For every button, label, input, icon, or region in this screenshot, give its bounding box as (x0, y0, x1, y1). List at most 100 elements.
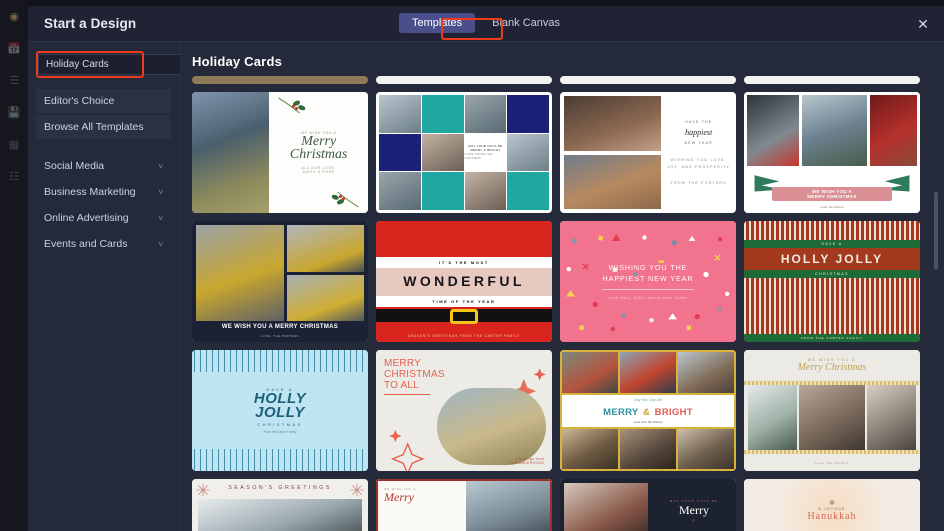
template-card-happiest-new-year[interactable]: HAVE THE happiest NEW YEAR WISHING YOU L… (560, 92, 736, 213)
tree-icon (421, 95, 464, 133)
template-card-teal-photo-grid[interactable]: MAY YOUR DAYS BE MERRY & BRIGHT LOVE FRO… (376, 92, 552, 213)
close-icon[interactable]: ✕ (914, 15, 932, 33)
card-word: Hanukkah (807, 510, 857, 522)
sidebar-item-editors-choice[interactable]: Editor's Choice (36, 89, 171, 113)
chart-icon[interactable]: ▦ (5, 136, 23, 154)
sidebar-item-events-and-cards[interactable]: Events and Cards ˅ (36, 231, 171, 257)
card-word-row: MERRY & BRIGHT (562, 402, 734, 420)
template-grid: we wish you a Merry Christmas All our lo… (180, 76, 944, 531)
card-layout: HAVE A HOLLY JOLLY CHRISTMAS From the Ca… (192, 350, 368, 471)
chevron-down-icon: ˅ (158, 161, 163, 171)
card-wish-text: WISHING YOU LOVE, JOY, AND PROSPERITY (667, 158, 731, 169)
sidebar-links: Editor's Choice Browse All Templates (28, 89, 179, 139)
sidebar-item-browse-all-templates[interactable]: Browse All Templates (36, 115, 171, 139)
template-grid-inner: we wish you a Merry Christmas All our lo… (192, 76, 920, 531)
card-ampersand: & (692, 517, 696, 522)
card-cap-text: HAVE A (744, 240, 920, 249)
template-card-blue-holly-jolly[interactable]: HAVE A HOLLY JOLLY CHRISTMAS From the Ca… (192, 350, 368, 471)
card-photos (744, 385, 920, 451)
template-card-dark-merry[interactable]: MAY YOUR DAYS BE Merry & (560, 479, 736, 531)
card-text-area: WE WISH YOU A Merry Christmas (744, 350, 920, 381)
calendar-icon[interactable]: 📅 (5, 40, 23, 58)
card-photo-row (562, 352, 734, 393)
scrollbar-track[interactable] (934, 82, 938, 525)
card-text-band: May Your Days Be MERRY & BRIGHT Love fro… (562, 394, 734, 427)
card-title-line1: Merry (301, 133, 337, 149)
card-layout: MAY YOUR DAYS BE Merry & (560, 479, 736, 531)
card-photo (564, 483, 648, 531)
knit-pattern (744, 221, 920, 241)
search-field-wrapper[interactable]: ✕ (38, 54, 197, 75)
template-card-joyous-hanukkah[interactable]: ✡ A JOYOUS Hanukkah (744, 479, 920, 531)
start-a-design-modal: Start a Design Templates Blank Canvas ✕ … (28, 6, 944, 531)
card-layout: MERRY CHRISTMAS TO ALL Blessings from TH… (376, 350, 552, 471)
grid-icon[interactable]: ☷ (5, 168, 23, 186)
app-left-rail: ◉ 📅 ☰ 💾 ▦ ☷ (0, 0, 28, 531)
card-photo (198, 499, 362, 531)
sidebar-item-online-advertising[interactable]: Online Advertising ˅ (36, 205, 171, 231)
candle-icon (379, 133, 421, 172)
template-card-holly-jolly-sweater[interactable]: HAVE A HOLLY JOLLY CHRISTMAS FROM THE CA… (744, 221, 920, 342)
template-card-pink-confetti-new-year[interactable]: WISHING YOU THE HAPPIEST NEW YEAR Love M… (560, 221, 736, 342)
search-input[interactable] (39, 59, 196, 70)
card-photo (421, 133, 464, 172)
tab-templates[interactable]: Templates (398, 13, 476, 33)
template-card[interactable] (744, 76, 920, 84)
template-card[interactable] (376, 76, 552, 84)
sidebar-item-business-marketing[interactable]: Business Marketing ˅ (36, 179, 171, 205)
template-card-merry-christmas-birds[interactable]: WE WISH YOU A MERRY CHRISTMAS Love, the … (744, 92, 920, 213)
card-photo (869, 95, 918, 167)
card-title: SEASON'S GREETINGS (228, 485, 332, 491)
card-sub-text: LOVE, THE PORTERS (261, 334, 299, 338)
card-sub-text: CHRISTMAS (257, 421, 303, 427)
holly-icon (278, 97, 306, 114)
save-icon[interactable]: 💾 (5, 104, 23, 122)
card-layout: HAVE THE happiest NEW YEAR WISHING YOU L… (560, 92, 736, 213)
holly-icon (331, 191, 359, 208)
template-card-navy-family-collage[interactable]: WE WISH YOU A MERRY CHRISTMAS LOVE, THE … (192, 221, 368, 342)
tab-blank-canvas[interactable]: Blank Canvas (479, 13, 573, 33)
chevron-pattern (192, 449, 368, 471)
card-text-area: we wish you a Merry Christmas All our lo… (269, 92, 368, 213)
sidebar: ✕ Editor's Choice Browse All Templates (28, 42, 214, 531)
template-card-wonderful-santa-belt[interactable]: IT'S THE MOST WONDERFUL TIME OF THE YEAR… (376, 221, 552, 342)
confetti-graphic (566, 233, 730, 332)
card-photo (748, 385, 797, 451)
card-title-line2: Christmas (289, 147, 348, 162)
template-card-seasons-greetings[interactable]: SEASON'S GREETINGS (192, 479, 368, 531)
card-photo (867, 385, 916, 451)
card-layout: ✡ A JOYOUS Hanukkah (744, 479, 920, 531)
template-card[interactable] (560, 76, 736, 84)
card-layout: WE WISH YOU A MERRY CHRISTMAS Love, the … (744, 92, 920, 213)
card-layout: WISHING YOU THE HAPPIEST NEW YEAR Love M… (560, 221, 736, 342)
card-photo (196, 225, 285, 321)
card-photo (287, 274, 364, 321)
card-signature-line2: David & Rose (302, 170, 335, 175)
scrollbar-thumb[interactable] (934, 192, 938, 270)
card-photo (436, 387, 546, 465)
template-card-gold-merry-christmas[interactable]: WE WISH YOU A Merry Christmas Love, the … (744, 350, 920, 471)
template-card-merry-christmas-photo[interactable]: we wish you a Merry Christmas All our lo… (192, 92, 368, 213)
sidebar-item-social-media[interactable]: Social Media ˅ (36, 153, 171, 179)
chevron-down-icon: ˅ (158, 239, 163, 249)
card-photo (678, 428, 734, 469)
card-word: Merry (384, 490, 414, 504)
record-icon[interactable]: ◉ (5, 8, 23, 26)
card-text-line3: NEW YEAR (684, 141, 714, 146)
sidebar-categories: Social Media ˅ Business Marketing ˅ Onli… (28, 153, 179, 257)
card-text-line2: happiest (685, 128, 713, 138)
template-card[interactable] (192, 76, 368, 84)
template-card-merry-and-bright[interactable]: May Your Days Be MERRY & BRIGHT Love fro… (560, 350, 736, 471)
buckle-graphic (450, 309, 478, 324)
chevron-pattern (192, 350, 368, 372)
template-card-merry-framed[interactable]: WE WISH YOU A Merry (376, 479, 552, 531)
template-results-panel: Holiday Cards WE WISH YOU A Merry Christ… (180, 42, 944, 531)
modal-body: ✕ Editor's Choice Browse All Templates (28, 42, 944, 531)
stocking-icon (421, 172, 464, 210)
card-text-area: MAY YOUR DAYS BE MERRY & BRIGHT LOVE FRO… (464, 133, 507, 172)
list-icon[interactable]: ☰ (5, 72, 23, 90)
snowflake-icon (507, 95, 549, 133)
template-card-merry-christmas-to-all[interactable]: MERRY CHRISTMAS TO ALL Blessings from TH… (376, 350, 552, 471)
card-photo (464, 95, 507, 133)
card-photo (379, 172, 421, 210)
